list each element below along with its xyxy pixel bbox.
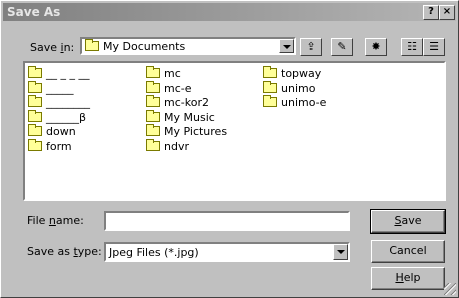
desktop-button[interactable]: ✎ — [331, 38, 353, 56]
folder-icon — [28, 124, 42, 136]
details-view-button[interactable]: ☰ — [423, 38, 445, 56]
save-button[interactable]: Save — [370, 209, 446, 234]
folder-icon — [263, 80, 277, 93]
save-as-dialog: Save As ? × Save in: My Documents ⇪ ✎ ✸ … — [0, 0, 459, 298]
folder-icon — [146, 109, 160, 122]
file-column-2: mc mc-e mc-kor2 My Music My Pictures ndv… — [146, 66, 227, 155]
list-view-button[interactable]: ☷ — [401, 38, 423, 56]
save-type-value: Jpeg Files (*.jpg) — [109, 246, 199, 259]
file-column-3: topway unimo unimo-e — [263, 66, 326, 111]
save-type-combo[interactable]: Jpeg Files (*.jpg) — [104, 242, 350, 262]
list-view-icon: ☷ — [407, 40, 417, 53]
list-item[interactable]: down — [28, 124, 90, 140]
save-in-label: Save in: — [30, 41, 75, 54]
folder-icon — [28, 95, 42, 107]
list-item[interactable]: __ _ _ __ — [28, 66, 90, 82]
folder-icon — [28, 138, 42, 151]
list-item[interactable]: _____ — [28, 80, 90, 97]
new-folder-button[interactable]: ✸ — [365, 38, 387, 56]
close-title-button[interactable]: × — [439, 5, 455, 20]
help-button[interactable]: Help — [371, 267, 445, 290]
up-folder-icon: ⇪ — [306, 40, 316, 53]
list-item[interactable]: mc-e — [146, 80, 227, 97]
cancel-button[interactable]: Cancel — [371, 240, 445, 263]
details-view-icon: ☰ — [429, 40, 439, 53]
folder-icon — [85, 39, 99, 51]
list-item[interactable]: mc-kor2 — [146, 95, 227, 111]
file-list[interactable]: __ _ _ __ _____ ________ ______β down fo… — [23, 61, 446, 201]
list-item[interactable]: form — [28, 138, 90, 155]
folder-icon — [146, 66, 160, 78]
resize-grip[interactable] — [444, 283, 456, 295]
save-type-label: Save as type: — [27, 245, 102, 258]
list-item[interactable]: unimo — [263, 80, 326, 97]
folder-icon — [146, 124, 160, 136]
save-in-value: My Documents — [103, 40, 186, 53]
save-in-combo[interactable]: My Documents — [80, 37, 296, 55]
title-bar: Save As ? × — [3, 3, 456, 21]
desktop-icon: ✎ — [337, 40, 347, 53]
list-item[interactable]: ________ — [28, 95, 90, 111]
chevron-down-icon[interactable] — [333, 244, 348, 260]
folder-icon — [28, 66, 42, 78]
folder-icon — [263, 66, 277, 78]
list-item[interactable]: My Music — [146, 109, 227, 126]
up-one-level-button[interactable]: ⇪ — [300, 38, 322, 56]
help-title-button[interactable]: ? — [423, 5, 439, 20]
dialog-title: Save As — [7, 5, 61, 19]
file-name-input[interactable] — [104, 211, 350, 231]
folder-icon — [28, 109, 42, 122]
list-item[interactable]: unimo-e — [263, 95, 326, 111]
file-column-1: __ _ _ __ _____ ________ ______β down fo… — [28, 66, 90, 155]
chevron-down-icon[interactable] — [279, 39, 294, 53]
folder-icon — [146, 95, 160, 107]
list-item[interactable]: topway — [263, 66, 326, 82]
folder-icon — [146, 138, 160, 151]
folder-icon — [263, 95, 277, 107]
file-name-label: File name: — [27, 214, 84, 227]
new-folder-icon: ✸ — [371, 40, 381, 53]
folder-icon — [146, 80, 160, 93]
list-item[interactable]: My Pictures — [146, 124, 227, 140]
folder-icon — [28, 80, 42, 93]
list-item[interactable]: mc — [146, 66, 227, 82]
list-item[interactable]: ______β — [28, 109, 90, 126]
list-item[interactable]: ndvr — [146, 138, 227, 155]
